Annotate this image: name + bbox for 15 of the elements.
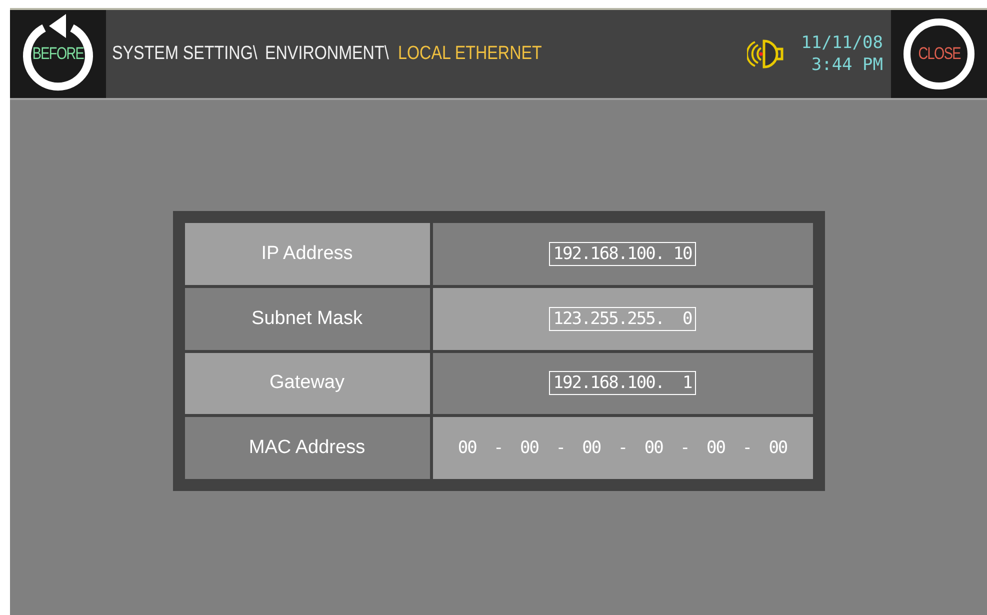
date-text: 11/11/08 bbox=[801, 32, 883, 54]
ip-input-field[interactable]: 123.255.255. 0 bbox=[549, 306, 696, 331]
time-text: 3:44 PM bbox=[811, 54, 883, 76]
setting-label: Gateway bbox=[270, 372, 344, 394]
close-button[interactable]: CLOSE bbox=[891, 10, 987, 98]
setting-label: IP Address bbox=[261, 242, 353, 265]
ip-input-field[interactable]: 192.168.100. 1 bbox=[549, 371, 696, 396]
mac-address-value: 00 - 00 - 00 - 00 - 00 - 00 bbox=[458, 438, 788, 458]
setting-label: MAC Address bbox=[248, 437, 366, 460]
breadcrumb-item: ENVIRONMENT\ bbox=[265, 43, 389, 65]
setting-label: Subnet Mask bbox=[252, 308, 362, 330]
breadcrumb-item: SYSTEM SETTING\ bbox=[112, 43, 258, 65]
ip-input-field[interactable]: 192.168.100. 10 bbox=[549, 242, 696, 266]
breadcrumb-item: LOCAL ETHERNET bbox=[398, 43, 542, 65]
before-button[interactable]: BEFORE bbox=[10, 10, 106, 98]
